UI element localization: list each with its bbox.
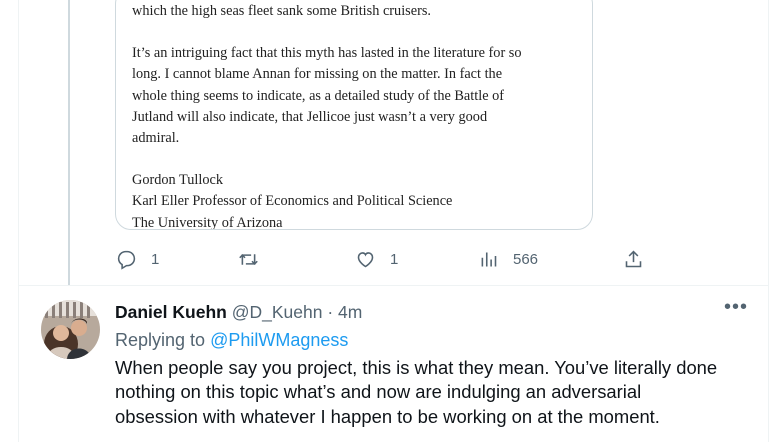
replying-to-handle-link[interactable]: @PhilWMagness bbox=[210, 330, 348, 350]
tweet-text-line: nothing on this topic what’s and now are… bbox=[115, 381, 642, 403]
retweet-icon bbox=[239, 253, 258, 265]
avatar[interactable] bbox=[41, 300, 100, 359]
like-count: 1 bbox=[390, 250, 399, 268]
replying-prefix: Replying to bbox=[115, 330, 206, 350]
letter-text: which the high seas fleet sank some Brit… bbox=[132, 1, 582, 230]
tweet-text-line: obsession with whatever I happen to be w… bbox=[115, 405, 660, 427]
tweet-header: Daniel Kuehn @D_Kuehn · 4m bbox=[115, 302, 362, 323]
views-button[interactable]: 566 bbox=[478, 244, 538, 274]
header-separator: · bbox=[327, 302, 334, 322]
retweet-button[interactable] bbox=[238, 244, 273, 274]
letter-line: whole thing seems to indicate, as a deta… bbox=[132, 87, 505, 104]
signature-institution: The University of Arizona bbox=[132, 214, 283, 230]
letter-line: admiral. bbox=[132, 130, 180, 147]
share-button[interactable] bbox=[623, 244, 644, 274]
replying-to: Replying to @PhilWMagness bbox=[115, 330, 348, 351]
reply-count: 1 bbox=[151, 250, 160, 268]
signature-title: Karl Eller Professor of Economics and Po… bbox=[132, 193, 453, 210]
reply-icon bbox=[117, 250, 136, 270]
more-options-icon[interactable]: ••• bbox=[723, 297, 749, 322]
letter-line: which the high seas fleet sank some Brit… bbox=[132, 3, 431, 19]
letter-line: Jutland will also indicate, that Jellico… bbox=[132, 108, 488, 125]
like-icon bbox=[357, 251, 374, 267]
avatar-photo bbox=[41, 300, 100, 359]
tweet-action-bar: 1 1 566 bbox=[0, 244, 771, 274]
reply-button[interactable]: 1 bbox=[116, 244, 159, 274]
tweet-text: When people say you project, this is wha… bbox=[115, 356, 760, 429]
letter-line: long. I cannot blame Annan for missing o… bbox=[132, 66, 503, 83]
views-icon bbox=[481, 252, 497, 266]
share-icon bbox=[625, 250, 642, 267]
display-name[interactable]: Daniel Kuehn bbox=[115, 302, 227, 322]
user-handle[interactable]: @D_Kuehn bbox=[232, 302, 323, 322]
like-button[interactable]: 1 bbox=[355, 244, 398, 274]
signature-name: Gordon Tullock bbox=[132, 172, 223, 189]
timeline-left-border bbox=[18, 0, 19, 442]
tweet-text-line: When people say you project, this is wha… bbox=[115, 357, 718, 378]
tweet-timestamp[interactable]: 4m bbox=[338, 302, 362, 322]
timeline-right-border bbox=[768, 0, 769, 442]
letter-line: It’s an intriguing fact that this myth h… bbox=[132, 45, 522, 62]
quoted-letter-image[interactable]: which the high seas fleet sank some Brit… bbox=[115, 0, 593, 230]
tweet-divider bbox=[19, 285, 768, 286]
views-count: 566 bbox=[513, 250, 539, 268]
